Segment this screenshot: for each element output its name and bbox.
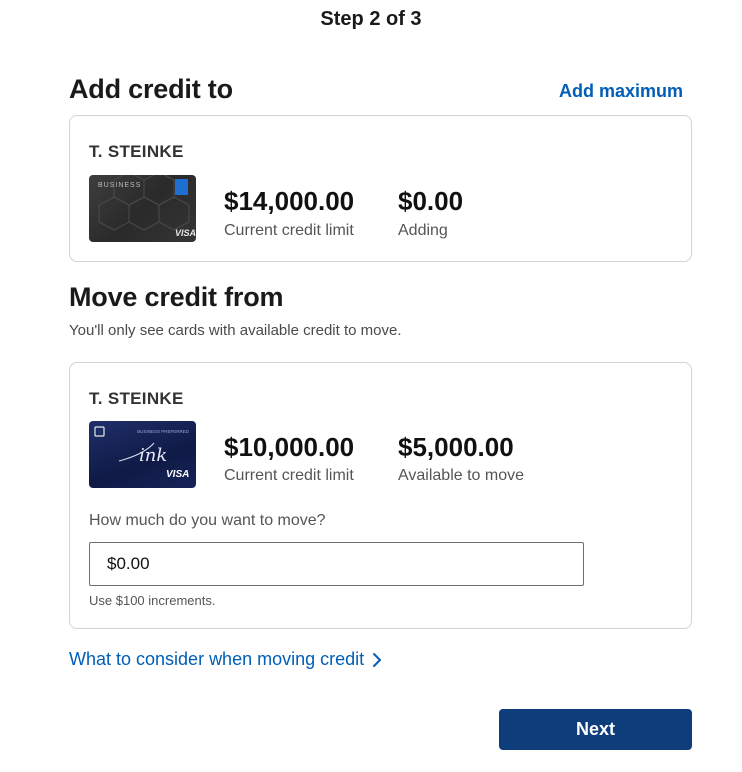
move-amount-question: How much do you want to move? [89,512,326,529]
increment-hint: Use $100 increments. [89,593,216,608]
card-holder-name: T. STEINKE [89,142,184,161]
available-label: Available to move [398,467,524,484]
adding-value: $0.00 [398,186,464,216]
ink-card-image: BUSINESS PREFERRED ink VISA [89,421,196,488]
current-limit-value: $14,000.00 [224,186,355,216]
ink-brand: ink [139,445,167,466]
move-amount-input[interactable] [89,542,584,586]
add-credit-title: Add credit to [69,74,233,104]
adding-label: Adding [398,222,448,239]
add-credit-card-panel: T. STEINKE BUSINESS VISA $14,000.00 Curr… [69,115,692,262]
visa-logo: VISA [166,469,189,480]
move-credit-card-panel: T. STEINKE BUSINESS PREFERRED ink VISA $… [69,362,692,629]
consider-link[interactable]: What to consider when moving credit [69,649,382,670]
card-holder-name: T. STEINKE [89,389,184,408]
visa-logo: VISA [175,228,196,238]
card-pattern-icon: BUSINESS VISA [98,175,196,238]
chevron-right-icon [373,652,382,667]
current-limit-label: Current credit limit [224,222,354,239]
current-limit-value: $10,000.00 [224,432,355,462]
move-credit-subtitle: You'll only see cards with available cre… [69,322,402,339]
next-button[interactable]: Next [499,709,692,750]
add-maximum-link[interactable]: Add maximum [559,81,683,102]
card-business-text: BUSINESS [98,182,141,189]
current-limit-label: Current credit limit [224,467,354,484]
consider-link-label: What to consider when moving credit [69,649,365,669]
move-credit-title: Move credit from [69,282,284,312]
step-indicator: Step 2 of 3 [320,8,422,30]
business-card-image: BUSINESS VISA [89,175,196,242]
available-value: $5,000.00 [398,432,514,462]
card-business-preferred-text: BUSINESS PREFERRED [137,429,190,434]
